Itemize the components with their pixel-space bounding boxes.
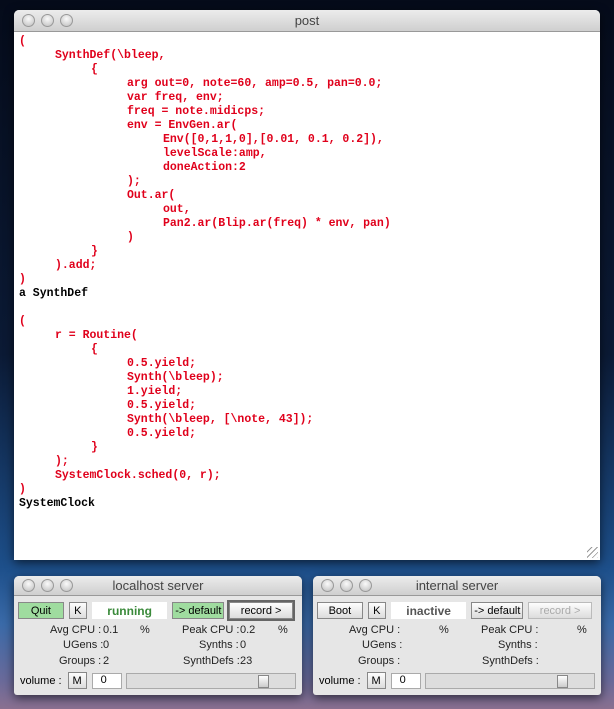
internal-server-window: internal server Boot K inactive -> defau… (313, 576, 601, 695)
code-line: freq = note.midicps; (127, 105, 266, 118)
localhost-server-window: localhost server Quit K running -> defau… (14, 576, 302, 695)
volume-field[interactable]: 0 (91, 672, 122, 689)
synthdefs-label: SynthDefs : (482, 655, 539, 667)
kill-button[interactable]: K (367, 602, 386, 619)
volume-slider[interactable] (125, 672, 296, 689)
code-line: r = Routine( (55, 329, 138, 342)
post-window: post (SynthDef(\bleep,{arg out=0, note=6… (14, 10, 600, 560)
record-button[interactable]: record > (528, 602, 592, 619)
code-line: ).add; (55, 259, 97, 272)
code-line: Synth(\bleep, [\note, 43]); (127, 413, 314, 426)
code-line: ) (127, 231, 134, 244)
code-line: SystemClock (19, 497, 95, 510)
code-line: ) (19, 483, 26, 496)
peak-cpu-label: Peak CPU : (182, 624, 240, 636)
code-line: Out.ar( (127, 189, 176, 202)
volume-slider-thumb[interactable] (257, 674, 269, 688)
code-line: } (91, 245, 98, 258)
zoom-button[interactable] (60, 579, 73, 592)
default-button[interactable]: -> default (172, 602, 225, 619)
minimize-button[interactable] (41, 579, 54, 592)
code-line: 0.5.yield; (127, 399, 197, 412)
post-text-area[interactable]: (SynthDef(\bleep,{arg out=0, note=60, am… (14, 32, 600, 560)
code-line: levelScale:amp, (163, 147, 267, 160)
volume-field[interactable]: 0 (390, 672, 421, 689)
window-title: internal server (415, 578, 499, 593)
status-display: running (91, 602, 168, 619)
avg-cpu-value: 0.1 (103, 624, 119, 636)
code-line: SynthDef(\bleep, (55, 49, 166, 62)
avg-cpu-percent: % (140, 624, 150, 636)
code-line: var freq, env; (127, 91, 224, 104)
groups-label: Groups : (358, 655, 401, 667)
peak-cpu-label: Peak CPU : (481, 624, 539, 636)
window-title: post (294, 13, 320, 28)
minimize-button[interactable] (41, 14, 54, 27)
status-display: inactive (390, 602, 467, 619)
volume-slider[interactable] (424, 672, 595, 689)
mute-button[interactable]: M (67, 672, 87, 689)
ugens-value: 0 (103, 639, 110, 651)
title-bar: localhost server (14, 576, 302, 596)
code-line: ) (19, 273, 26, 286)
kill-button[interactable]: K (68, 602, 87, 619)
synthdefs-label: SynthDefs : (183, 655, 240, 667)
code-line: Pan2.ar(Blip.ar(freq) * env, pan) (163, 217, 391, 230)
ugens-label: UGens : (362, 639, 403, 651)
code-line: out, (163, 203, 191, 216)
close-button[interactable] (22, 579, 35, 592)
code-line: Synth(\bleep); (127, 371, 224, 384)
zoom-button[interactable] (60, 14, 73, 27)
title-bar: post (14, 10, 600, 32)
volume-slider-thumb[interactable] (556, 674, 568, 688)
code-line: ); (55, 455, 69, 468)
boot-button[interactable]: Quit (18, 602, 64, 619)
title-bar: internal server (313, 576, 601, 596)
synths-label: Synths : (498, 639, 538, 651)
avg-cpu-label: Avg CPU : (349, 624, 401, 636)
mute-button[interactable]: M (366, 672, 386, 689)
code-line: arg out=0, note=60, amp=0.5, pan=0.0; (127, 77, 383, 90)
record-button[interactable]: record > (227, 600, 295, 621)
code-line: { (91, 63, 98, 76)
peak-cpu-percent: % (577, 624, 587, 636)
resize-grip-icon[interactable] (587, 547, 598, 558)
default-button[interactable]: -> default (471, 602, 524, 619)
code-line: env = EnvGen.ar( (127, 119, 238, 132)
code-line: ( (19, 315, 26, 328)
zoom-button[interactable] (359, 579, 372, 592)
window-title: localhost server (112, 578, 204, 593)
code-line: Env([0,1,1,0],[0.01, 0.1, 0.2]), (163, 133, 384, 146)
groups-value: 2 (103, 655, 110, 667)
volume-label: volume : (20, 674, 62, 687)
close-button[interactable] (321, 579, 334, 592)
boot-button[interactable]: Boot (317, 602, 363, 619)
code-line: 1.yield; (127, 385, 183, 398)
minimize-button[interactable] (340, 579, 353, 592)
peak-cpu-percent: % (278, 624, 288, 636)
synths-label: Synths : (199, 639, 239, 651)
code-line: { (91, 343, 98, 356)
code-line: 0.5.yield; (127, 427, 197, 440)
code-line: } (91, 441, 98, 454)
code-line: ); (127, 175, 141, 188)
avg-cpu-label: Avg CPU : (50, 624, 102, 636)
synthdefs-value: 23 (240, 655, 253, 667)
code-line: doneAction:2 (163, 161, 246, 174)
ugens-label: UGens : (63, 639, 104, 651)
close-button[interactable] (22, 14, 35, 27)
volume-label: volume : (319, 674, 361, 687)
code-line: SystemClock.sched(0, r); (55, 469, 221, 482)
synths-value: 0 (240, 639, 247, 651)
groups-label: Groups : (59, 655, 102, 667)
avg-cpu-percent: % (439, 624, 449, 636)
code-line: a SynthDef (19, 287, 89, 300)
code-line: ( (19, 35, 26, 48)
code-line: 0.5.yield; (127, 357, 197, 370)
peak-cpu-value: 0.2 (240, 624, 256, 636)
